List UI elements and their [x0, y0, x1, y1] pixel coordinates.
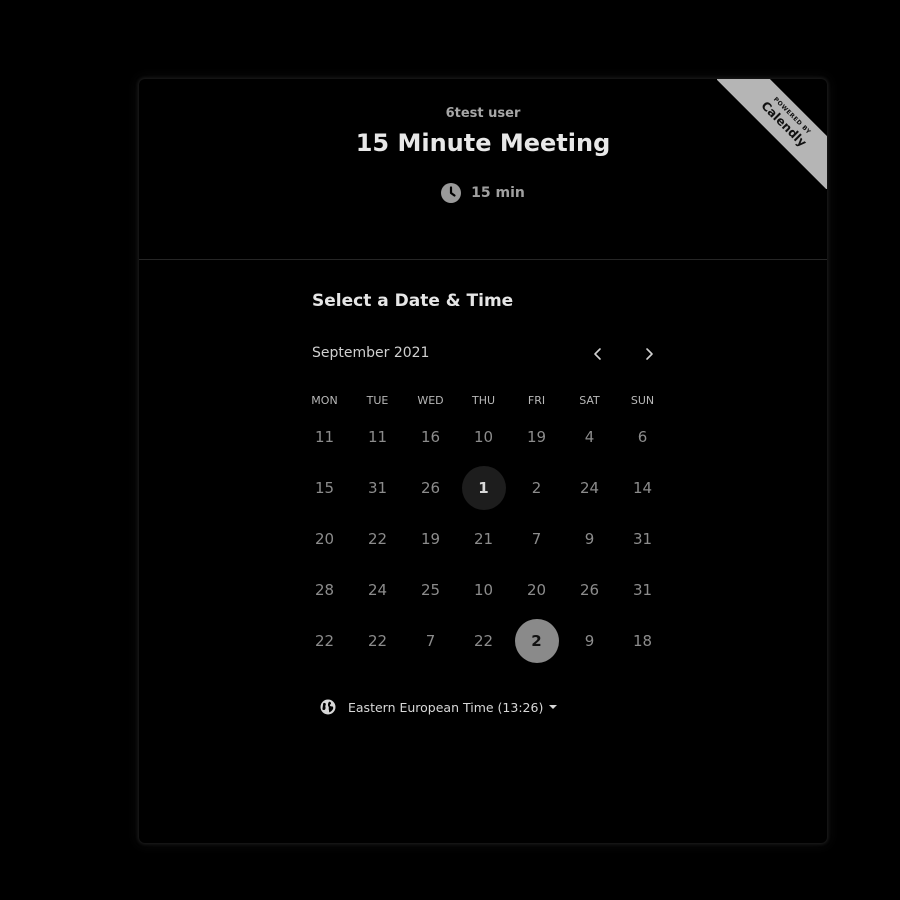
duration-label: 15 min	[471, 185, 525, 201]
calendar-day[interactable]: 9	[563, 513, 616, 564]
globe-icon	[320, 699, 336, 715]
calendar-day-selected[interactable]: 2	[510, 615, 563, 666]
day-number: 19	[526, 427, 547, 446]
calendar-week: 28 24 25 10 20 26 31	[298, 564, 670, 615]
day-number: 7	[531, 529, 542, 548]
calendar-day[interactable]: 9	[563, 615, 616, 666]
scheduling-card: 6test user 15 Minute Meeting 15 min POWE…	[139, 79, 827, 843]
day-number: 11	[367, 427, 388, 446]
day-number: 31	[367, 478, 388, 497]
weekday-label: SUN	[630, 394, 655, 407]
day-number: 10	[473, 580, 494, 599]
calendar-day[interactable]: 26	[404, 462, 457, 513]
day-number: 15	[314, 478, 335, 497]
calendar-day[interactable]: 18	[616, 615, 669, 666]
calendar-day[interactable]: 20	[298, 513, 351, 564]
day-number: 18	[632, 631, 653, 650]
timezone-selector[interactable]: Eastern European Time (13:26)	[320, 699, 558, 715]
calendar-day[interactable]: 26	[563, 564, 616, 615]
day-number: 2	[514, 618, 559, 663]
day-number: 20	[526, 580, 547, 599]
day-number: 22	[314, 631, 335, 650]
calendar-day[interactable]: 20	[510, 564, 563, 615]
calendar-week: 11 11 16 10 19 4 6	[298, 411, 670, 462]
day-number: 22	[473, 631, 494, 650]
day-number: 14	[632, 478, 653, 497]
calendar-day[interactable]: 31	[351, 462, 404, 513]
day-number: 24	[579, 478, 600, 497]
day-number: 9	[584, 529, 595, 548]
calendar-day[interactable]: 4	[563, 411, 616, 462]
calendar-day[interactable]: 10	[457, 564, 510, 615]
day-number: 26	[579, 580, 600, 599]
clock-icon	[441, 183, 462, 203]
weekday-label: TUE	[366, 394, 389, 407]
calendar-day[interactable]: 22	[457, 615, 510, 666]
next-month-button[interactable]	[638, 343, 660, 365]
calendar-grid: 11 11 16 10 19 4 6 15 31 26 1 2 24 14 20…	[298, 411, 670, 666]
weekday-label: WED	[417, 394, 444, 407]
day-number: 19	[420, 529, 441, 548]
calendly-ribbon[interactable]: POWERED BY Calendly	[717, 79, 827, 189]
day-number: 26	[420, 478, 441, 497]
calendar-day[interactable]: 6	[616, 411, 669, 462]
previous-month-button[interactable]	[587, 343, 609, 365]
calendar-day[interactable]: 2	[510, 462, 563, 513]
day-number: 9	[584, 631, 595, 650]
calendar-day[interactable]: 31	[616, 564, 669, 615]
chevron-right-icon	[646, 348, 653, 360]
powered-by-badge[interactable]: POWERED BY Calendly	[717, 79, 827, 189]
calendar-day[interactable]: 11	[351, 411, 404, 462]
month-label: September 2021	[312, 345, 430, 361]
day-number: 11	[314, 427, 335, 446]
calendar-day[interactable]: 15	[298, 462, 351, 513]
chevron-left-icon	[594, 348, 601, 360]
calendar-day[interactable]: 28	[298, 564, 351, 615]
day-number: 28	[314, 580, 335, 599]
day-number: 6	[637, 427, 648, 446]
calendar-day-today[interactable]: 1	[457, 462, 510, 513]
day-number: 22	[367, 529, 388, 548]
calendar-day[interactable]: 25	[404, 564, 457, 615]
calendar-week: 22 22 7 22 2 9 18	[298, 615, 670, 666]
day-number: 31	[632, 529, 653, 548]
calendar-day[interactable]: 7	[510, 513, 563, 564]
calendar-day[interactable]: 24	[351, 564, 404, 615]
weekday-label: SAT	[579, 394, 600, 407]
calendar-week: 15 31 26 1 2 24 14	[298, 462, 670, 513]
timezone-label: Eastern European Time (13:26)	[348, 699, 544, 715]
caret-down-icon	[549, 705, 558, 709]
calendar-day[interactable]: 19	[404, 513, 457, 564]
day-number: 1	[461, 465, 506, 510]
day-number: 22	[367, 631, 388, 650]
day-number: 21	[473, 529, 494, 548]
day-number: 24	[367, 580, 388, 599]
day-number: 20	[314, 529, 335, 548]
calendar-day[interactable]: 21	[457, 513, 510, 564]
day-number: 16	[420, 427, 441, 446]
weekday-header: MON TUE WED THU FRI SAT SUN	[298, 394, 670, 407]
calendar-week: 20 22 19 21 7 9 31	[298, 513, 670, 564]
calendar-day[interactable]: 31	[616, 513, 669, 564]
day-number: 7	[425, 631, 436, 650]
calendar-day[interactable]: 16	[404, 411, 457, 462]
day-number: 10	[473, 427, 494, 446]
calendar-day[interactable]: 14	[616, 462, 669, 513]
calendar-day[interactable]: 22	[298, 615, 351, 666]
day-number: 2	[531, 478, 542, 497]
calendar-day[interactable]: 10	[457, 411, 510, 462]
weekday-label: THU	[471, 394, 496, 407]
weekday-label: FRI	[527, 394, 546, 407]
select-date-title: Select a Date & Time	[312, 291, 514, 311]
calendar-day[interactable]: 11	[298, 411, 351, 462]
day-number: 25	[420, 580, 441, 599]
weekday-label: MON	[311, 394, 338, 407]
day-number: 4	[584, 427, 595, 446]
calendar-day[interactable]: 7	[404, 615, 457, 666]
calendar-day[interactable]: 24	[563, 462, 616, 513]
calendar-day[interactable]: 22	[351, 615, 404, 666]
day-number: 31	[632, 580, 653, 599]
calendar-day[interactable]: 22	[351, 513, 404, 564]
calendar-day[interactable]: 19	[510, 411, 563, 462]
